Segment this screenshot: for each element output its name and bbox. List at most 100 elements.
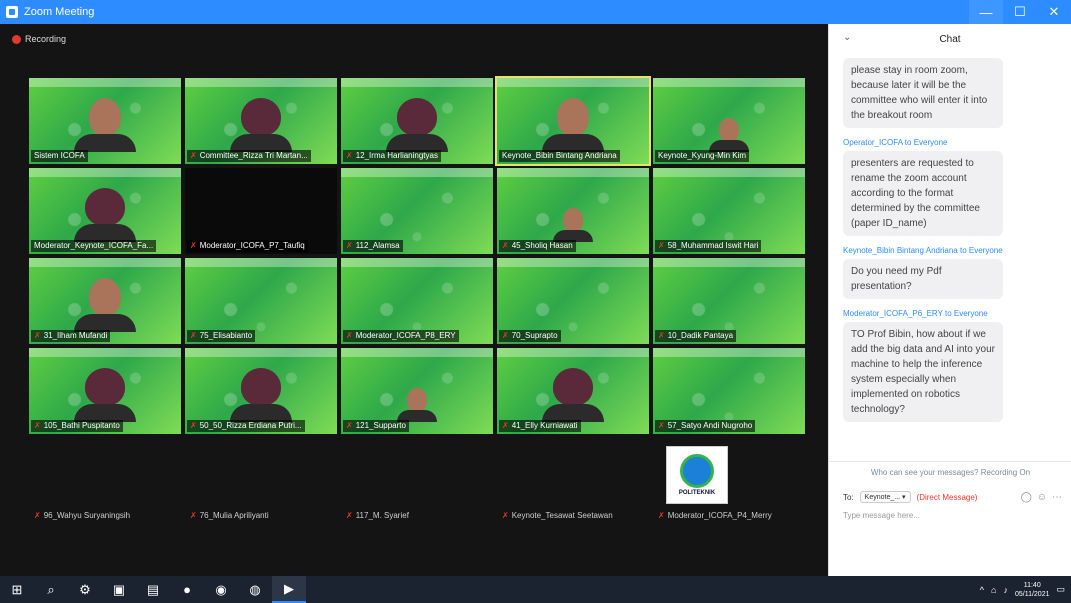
participant-head [719, 118, 739, 142]
participant-tile[interactable]: ✗ 10_Dadik Pantaya [653, 258, 805, 344]
close-button[interactable]: ✕ [1037, 0, 1071, 24]
participant-name: 50_50_Rizza Erdiana Putri... [199, 421, 302, 430]
chat-message-input[interactable]: Type message here... [843, 511, 1071, 520]
clock-date: 05/11/2021 [1014, 590, 1050, 598]
participant-video [397, 388, 437, 422]
search-icon[interactable]: ⌕ [34, 576, 68, 603]
chevron-up-icon[interactable]: ^ [980, 585, 984, 595]
chat-message[interactable]: Do you need my Pdf presentation? [843, 259, 1003, 299]
chat-sender[interactable]: Moderator_ICOFA_P6_ERY to Everyone [843, 309, 1062, 318]
start-icon[interactable]: ⊞ [0, 576, 34, 603]
participant-tile[interactable]: Keynote_Kyung-Min Kim [653, 78, 805, 164]
chat-sender[interactable]: Operator_ICOFA to Everyone [843, 138, 1062, 147]
muted-mic-icon: ✗ [502, 421, 509, 430]
network-icon[interactable]: ⌂ [991, 585, 996, 595]
participant-name: 10_Dadik Pantaya [667, 331, 734, 340]
recipient-row: To: Keynote_... ▾ (Direct Message) ◯ ☺ ⋯ [843, 491, 1071, 503]
participant-tile[interactable]: ✗ 112_Alamsa [341, 168, 493, 254]
recording-indicator[interactable]: Recording [12, 34, 66, 44]
participant-name: Moderator_Keynote_ICOFA_Fa... [34, 241, 154, 250]
clock[interactable]: 11:40 05/11/2021 [1015, 581, 1050, 599]
participant-nameplate: Keynote_Kyung-Min Kim [655, 150, 750, 162]
participant-nameplate: ✗ 76_Mulia Apriliyanti [187, 510, 272, 522]
participant-tile[interactable]: ✗ 121_Supparto [341, 348, 493, 434]
participant-tile[interactable]: POLITEKNIK ✗ Moderator_ICOFA_P4_Merry [653, 438, 805, 524]
chat-title: Chat [939, 33, 961, 45]
participant-tile[interactable]: ✗ Committee_Rizza Tri Martan... [185, 78, 337, 164]
file-explorer-icon[interactable]: ▤ [136, 576, 170, 603]
participant-tile[interactable]: ✗ 96_Wahyu Suryaningsih [29, 438, 181, 524]
participant-nameplate: ✗ 121_Supparto [343, 420, 409, 432]
participant-name: 105_Bathi Puspitanto [43, 421, 120, 430]
muted-mic-icon: ✗ [658, 421, 665, 430]
participant-nameplate: ✗ 105_Bathi Puspitanto [31, 420, 123, 432]
participant-tile[interactable]: ✗ 41_Elly Kurniawati [497, 348, 649, 434]
chat-message[interactable]: please stay in room zoom, because later … [843, 58, 1003, 128]
participant-name: 45_Sholiq Hasan [511, 241, 573, 250]
app-icon[interactable]: ◍ [238, 576, 272, 603]
minimize-button[interactable]: — [969, 0, 1003, 24]
participant-tile[interactable]: ✗ 58_Muhammad Iswit Hari [653, 168, 805, 254]
participant-video [542, 368, 604, 422]
emoji-icon[interactable]: ☺ [1037, 492, 1047, 503]
participant-tile[interactable]: ✗ 45_Sholiq Hasan [497, 168, 649, 254]
participant-nameplate: ✗ 45_Sholiq Hasan [499, 240, 576, 252]
participant-tile[interactable]: ✗ Keynote_Tesawat Seetawan [497, 438, 649, 524]
participant-video [230, 98, 292, 152]
participant-tile[interactable]: ✗ 57_Satyo Andi Nugroho [653, 348, 805, 434]
participant-tile[interactable]: ✗ 76_Mulia Apriliyanti [185, 438, 337, 524]
recipient-select[interactable]: Keynote_... ▾ [859, 491, 911, 503]
chat-message[interactable]: presenters are requested to rename the z… [843, 151, 1003, 236]
chevron-down-icon[interactable]: ⌄ [843, 32, 851, 43]
participant-tile[interactable]: Sistem ICOFA [29, 78, 181, 164]
chat-sender[interactable]: Keynote_Bibin Bintang Andriana to Everyo… [843, 246, 1062, 255]
participant-head [85, 188, 125, 226]
zoom-taskbar-icon[interactable]: ▶ [272, 576, 306, 603]
chrome-icon[interactable]: ◉ [204, 576, 238, 603]
chat-footer: Who can see your messages? Recording On … [829, 461, 1071, 576]
chat-message[interactable]: TO Prof Bibin, how about if we add the b… [843, 322, 1003, 422]
meeting-area: Recording Sistem ICOFA ✗ Committee_Rizza T… [0, 24, 828, 576]
recording-label: Recording [25, 34, 67, 44]
notification-icon[interactable]: ▭ [1056, 584, 1065, 595]
volume-icon[interactable]: ♪ [1003, 585, 1008, 595]
participant-name: 96_Wahyu Suryaningsih [43, 511, 131, 520]
muted-mic-icon: ✗ [190, 331, 197, 340]
participant-video [74, 368, 136, 422]
participant-tile[interactable]: ✗ 70_Suprapto [497, 258, 649, 344]
file-icon[interactable]: ◯ [1021, 492, 1032, 503]
firefox-icon[interactable]: ● [170, 576, 204, 603]
participant-tile[interactable]: ✗ 117_M. Syarief [341, 438, 493, 524]
participant-head [553, 368, 593, 406]
participant-nameplate: ✗ 112_Alamsa [343, 240, 403, 252]
muted-mic-icon: ✗ [190, 151, 197, 160]
participant-tile[interactable]: ✗ 75_Elisabianto [185, 258, 337, 344]
more-icon[interactable]: ⋯ [1052, 492, 1062, 503]
participant-nameplate: ✗ 50_50_Rizza Erdiana Putri... [187, 420, 305, 432]
participant-name: 112_Alamsa [355, 241, 400, 250]
participant-tile[interactable]: Keynote_Bibin Bintang Andriana [495, 76, 651, 166]
participant-head [407, 388, 427, 412]
participant-nameplate: ✗ 31_Ilham Mufandi [31, 330, 111, 342]
participant-tile[interactable]: Moderator_Keynote_ICOFA_Fa... [29, 168, 181, 254]
participant-name: Keynote_Kyung-Min Kim [658, 151, 747, 160]
participant-name: Sistem ICOFA [34, 151, 85, 160]
maximize-button[interactable]: ☐ [1003, 0, 1037, 24]
system-tray: ^ ⌂ ♪ 11:40 05/11/2021 ▭ [980, 581, 1065, 599]
participant-nameplate: ✗ Keynote_Tesawat Seetawan [499, 510, 616, 522]
participant-tile[interactable]: ✗ 50_50_Rizza Erdiana Putri... [185, 348, 337, 434]
participant-tile[interactable]: ✗ 12_Irma Harlianingtyas [341, 78, 493, 164]
participant-video [74, 278, 136, 332]
settings-icon[interactable]: ⚙ [68, 576, 102, 603]
chat-privacy-notice[interactable]: Who can see your messages? Recording On [829, 468, 1071, 477]
participant-tile[interactable]: ✗ Moderator_ICOFA_P7_Taufiq [185, 168, 337, 254]
participant-tile[interactable]: ✗ 105_Bathi Puspitanto [29, 348, 181, 434]
participant-tile[interactable]: ✗ Moderator_ICOFA_P8_ERY [341, 258, 493, 344]
participant-name: Moderator_ICOFA_P7_Taufiq [199, 241, 305, 250]
camera-icon[interactable]: ▣ [102, 576, 136, 603]
participant-tile[interactable]: ✗ 31_Ilham Mufandi [29, 258, 181, 344]
windows-taskbar: ⊞ ⌕ ⚙ ▣ ▤ ● ◉ ◍ ▶ ^ ⌂ ♪ 11:40 05/11/2021… [0, 576, 1071, 603]
muted-mic-icon: ✗ [190, 511, 197, 520]
participant-nameplate: ✗ 58_Muhammad Iswit Hari [655, 240, 762, 252]
chat-messages[interactable]: please stay in room zoom, because later … [829, 56, 1071, 461]
